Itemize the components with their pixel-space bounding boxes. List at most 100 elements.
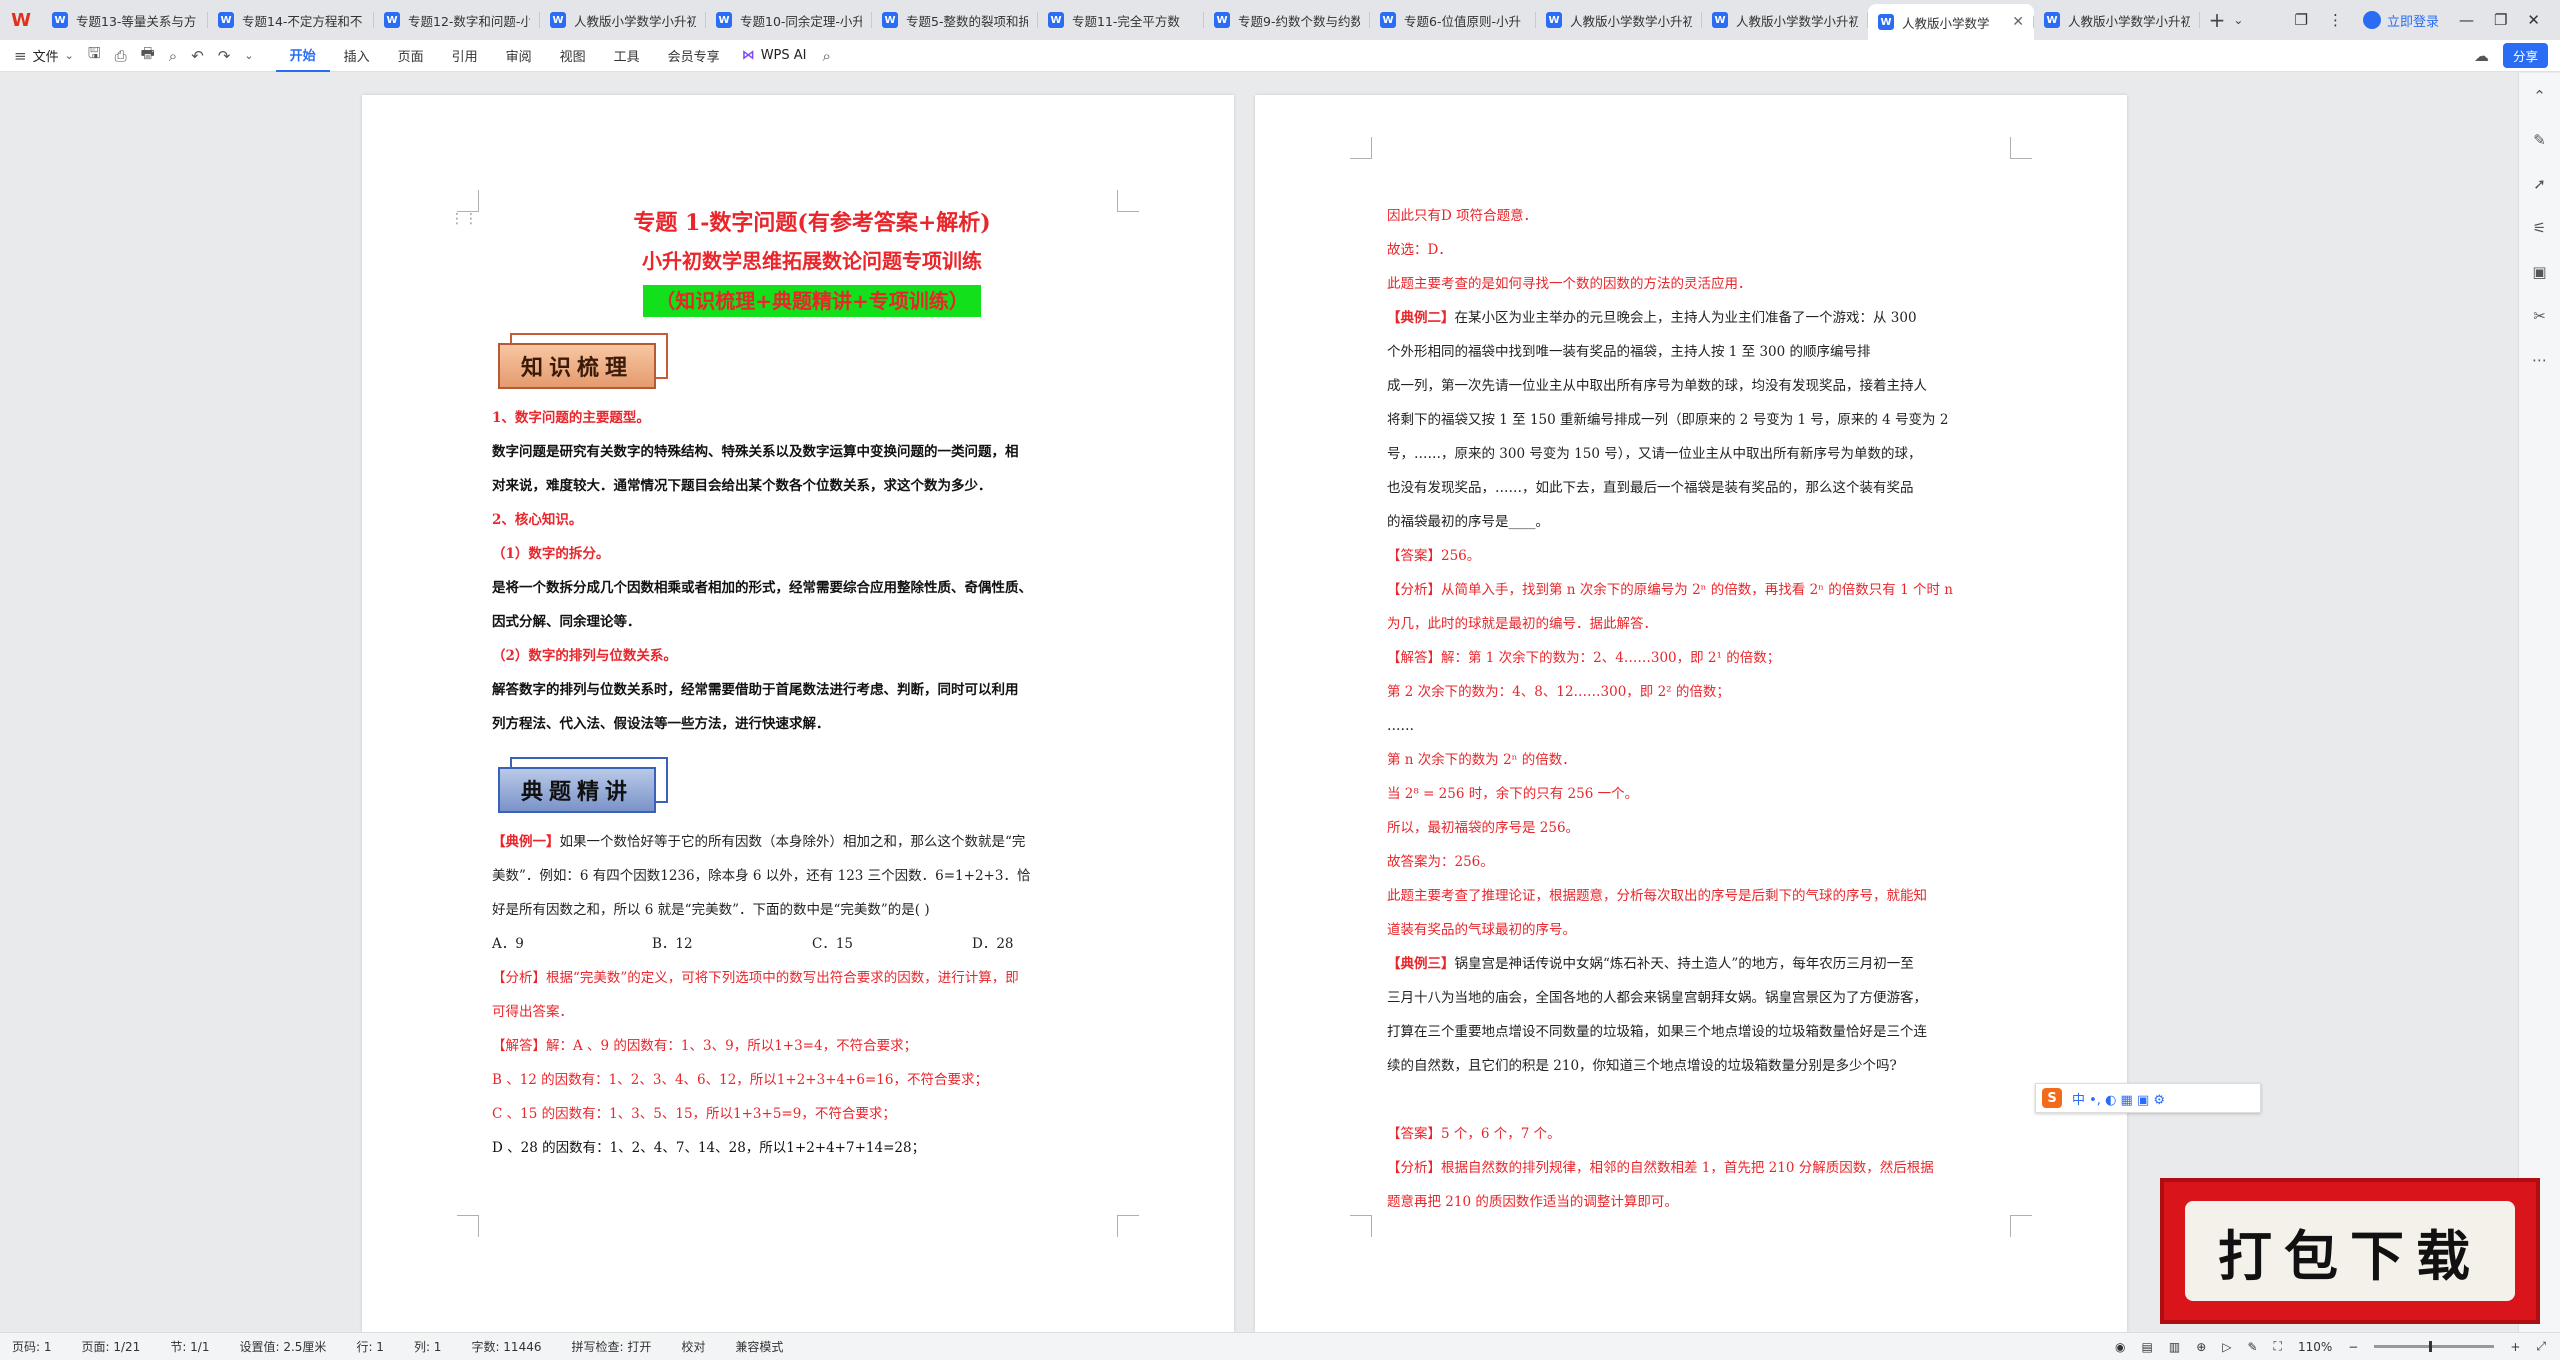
- doc-tab[interactable]: W 专题6-位值原则-小升: [1370, 0, 1536, 40]
- solution-line: 【解答】解：第 1 次余下的数为：2、4……300，即 2¹ 的倍数；: [1387, 650, 1781, 666]
- solution-line: 道装有奖品的气球最初的序号。: [1387, 922, 1576, 938]
- ribbon-tab[interactable]: 插入: [330, 40, 384, 72]
- document-icon: W: [716, 12, 732, 28]
- doc-tab[interactable]: W 人教版小学数学小升初: [2034, 0, 2200, 40]
- doc-tab-label: 人教版小学数学小升初: [1570, 13, 1692, 29]
- right-toolbar: ⌃ ✎ ➚ ⚟ ▣ ✂ ⋯: [2518, 73, 2560, 1332]
- document-icon: W: [384, 12, 400, 28]
- zoom-slider[interactable]: [2374, 1341, 2495, 1352]
- menu-icon: ≡: [14, 46, 27, 65]
- web-view-icon[interactable]: ⊕: [2196, 1340, 2206, 1354]
- solution-line: B 、12 的因数有：1、2、3、4、6、12，所以1+2+3+4+6=16，不…: [492, 1072, 988, 1088]
- undo-icon[interactable]: ↶: [191, 47, 204, 65]
- ime-toolbar[interactable]: S 中 •, ◐ ▦ ▣ ⚙: [2035, 1083, 2261, 1113]
- example-line: 号，……，原来的 300 号变为 150 号），又请一位业主从中取出所有新序号为…: [1387, 446, 1922, 462]
- collapse-icon[interactable]: ⌃: [2533, 87, 2546, 105]
- edit-icon[interactable]: ✎: [2533, 131, 2546, 149]
- download-ad-label: 打包下载: [2185, 1201, 2515, 1301]
- example-text: 锅皇宫是神话传说中女娲“炼石补天、持土造人”的地方，每年农历三月初一至: [1454, 956, 1914, 972]
- chevron-down-icon[interactable]: ⌄: [2233, 13, 2243, 27]
- analysis-line: 可得出答案．: [492, 1004, 573, 1020]
- ribbon-tab[interactable]: 开始: [275, 40, 330, 72]
- page-view-icon[interactable]: ▤: [2142, 1340, 2153, 1354]
- status-spell[interactable]: 拼写检查: 打开: [571, 1338, 651, 1355]
- ribbon-tab[interactable]: 视图: [546, 40, 600, 72]
- status-words[interactable]: 字数: 11446: [471, 1338, 541, 1355]
- layout-icon[interactable]: ▥: [2169, 1340, 2180, 1354]
- ribbon-tab[interactable]: 工具: [600, 40, 654, 72]
- doc-tab[interactable]: W 专题9-约数个数与约数: [1204, 0, 1370, 40]
- file-menu[interactable]: ≡ 文件 ⌄: [14, 46, 74, 66]
- ribbon-tab[interactable]: 页面: [384, 40, 438, 72]
- minimize-icon[interactable]: —: [2459, 11, 2474, 29]
- fit-icon[interactable]: ⛶: [2274, 1339, 2282, 1354]
- doc-tab[interactable]: W 专题12-数字和问题-小: [374, 0, 540, 40]
- zoom-out-icon[interactable]: −: [2348, 1340, 2358, 1354]
- adjust-icon[interactable]: ⚟: [2533, 219, 2546, 237]
- solution-line: C 、15 的因数有：1、3、5、15，所以1+3+5=9，不符合要求；: [492, 1106, 896, 1122]
- more-icon[interactable]: ⋯: [2532, 351, 2547, 369]
- preview-icon[interactable]: ⌕: [169, 47, 177, 65]
- export-icon[interactable]: ⎙: [115, 47, 127, 65]
- status-pages[interactable]: 页面: 1/21: [82, 1338, 141, 1355]
- new-tab-button[interactable]: + ⌄: [2200, 0, 2252, 40]
- select-icon[interactable]: ➚: [2533, 175, 2546, 193]
- wps-logo-icon[interactable]: W: [0, 0, 42, 40]
- solution-line: ……: [1387, 718, 1414, 734]
- doc-tab[interactable]: W 专题5-整数的裂项和拆: [872, 0, 1038, 40]
- ribbon-tab[interactable]: 会员专享: [654, 40, 734, 72]
- more-icon[interactable]: ⋮: [2328, 11, 2343, 29]
- doc-tab[interactable]: W 专题14-不定方程和不: [208, 0, 374, 40]
- search-icon[interactable]: ⌕: [823, 47, 831, 65]
- pen-icon[interactable]: ✎: [2247, 1340, 2257, 1354]
- wps-ai-button[interactable]: ⋈ WPS AI ⌕: [742, 47, 831, 65]
- eye-icon[interactable]: ◉: [2115, 1340, 2125, 1354]
- doc-tab[interactable]: W 专题13-等量关系与方: [42, 0, 208, 40]
- option-d: D．28: [972, 936, 1014, 952]
- doc-subtitle: 小升初数学思维拓展数论问题专项训练: [642, 249, 982, 273]
- close-tab-icon[interactable]: ✕: [2012, 14, 2024, 30]
- login-label: 立即登录: [2386, 14, 2439, 30]
- cloud-icon[interactable]: ☁: [2474, 47, 2489, 65]
- chevron-down-icon[interactable]: ⌄: [244, 49, 253, 62]
- share-button[interactable]: 分享: [2502, 43, 2548, 68]
- analysis-line: 【分析】根据“完美数”的定义，可将下列选项中的数写出符合要求的因数，进行计算，即: [492, 970, 1019, 986]
- doc-tab[interactable]: W 专题11-完全平方数: [1038, 0, 1204, 40]
- doc-tab-label: 专题9-约数个数与约数: [1238, 13, 1360, 29]
- document-page-2[interactable]: 因此只有D 项符合题意． 故选：D． 此题主要考查的是如何寻找一个数的因数的方法…: [1255, 95, 2127, 1332]
- ribbon-tab[interactable]: 审阅: [492, 40, 546, 72]
- example-line: 也没有发现奖品，……，如此下去，直到最后一个福袋是装有奖品的，那么这个装有奖品: [1387, 480, 1914, 496]
- doc-tab[interactable]: W 人教版小学数学小升初: [1702, 0, 1868, 40]
- status-proof[interactable]: 校对: [681, 1338, 705, 1355]
- doc-tab[interactable]: W 专题10-同余定理-小升: [706, 0, 872, 40]
- paragraph-line: 因式分解、同余理论等．: [492, 614, 641, 630]
- avatar-icon: [2362, 11, 2381, 29]
- status-compat: 兼容模式: [735, 1340, 784, 1354]
- doc-tab[interactable]: W 人教版小学数学 ✕: [1868, 4, 2034, 40]
- drag-handle-icon[interactable]: ⋮⋮: [450, 211, 478, 227]
- image-icon[interactable]: ▣: [2532, 263, 2546, 281]
- doc-tab[interactable]: W 人教版小学数学小升初: [1536, 0, 1702, 40]
- section-banner-examples: 典题精讲: [498, 757, 668, 813]
- close-icon[interactable]: ✕: [2527, 11, 2540, 29]
- doc-tab-label: 人教版小学数学: [1902, 15, 1990, 31]
- zoom-level[interactable]: 110%: [2298, 1340, 2332, 1354]
- fullscreen-icon[interactable]: ⤢: [2536, 1339, 2546, 1354]
- tools-icon[interactable]: ✂: [2533, 307, 2546, 325]
- window-mode-icon[interactable]: ❐: [2295, 11, 2308, 29]
- zoom-in-icon[interactable]: +: [2510, 1340, 2520, 1354]
- print-icon[interactable]: 🖶: [141, 43, 155, 68]
- example-tag: 【典例一】: [492, 834, 560, 850]
- doc-tab[interactable]: W 人教版小学数学小升初: [540, 0, 706, 40]
- document-page-1[interactable]: ⋮⋮ 专题 1-数字问题(有参考答案+解析) 小升初数学思维拓展数论问题专项训练…: [362, 95, 1234, 1332]
- answer-line: 【答案】256。: [1387, 548, 1481, 564]
- ribbon-tab[interactable]: 引用: [438, 40, 492, 72]
- status-setting: 设置值: 2.5厘米: [239, 1340, 327, 1354]
- save-icon[interactable]: 🖫: [88, 43, 101, 68]
- option-b: B．12: [652, 936, 693, 952]
- play-icon[interactable]: ▷: [2222, 1340, 2231, 1354]
- redo-icon[interactable]: ↷: [218, 47, 231, 65]
- login-button[interactable]: 立即登录: [2362, 11, 2439, 30]
- download-ad[interactable]: 打包下载: [2160, 1178, 2540, 1324]
- maximize-icon[interactable]: ❐: [2494, 11, 2507, 29]
